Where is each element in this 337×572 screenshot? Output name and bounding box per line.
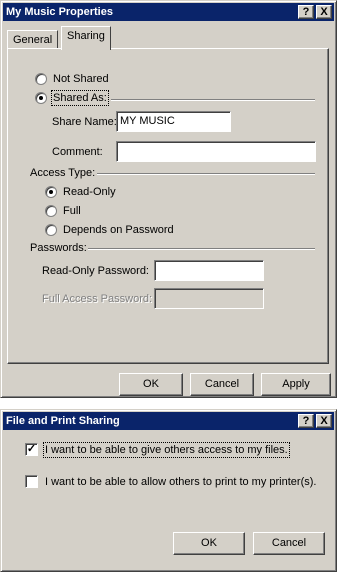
depends-on-password-label[interactable]: Depends on Password — [63, 224, 174, 236]
full-label[interactable]: Full — [63, 205, 81, 217]
file-print-sharing-titlebar[interactable]: File and Print Sharing ? X — [3, 412, 334, 430]
share-name-label: Share Name: — [52, 116, 117, 128]
file-print-sharing-dialog: File and Print Sharing ? X ✓ I want to b… — [0, 409, 337, 572]
access-type-separator — [97, 173, 315, 175]
file-print-sharing-title: File and Print Sharing — [6, 415, 120, 427]
comment-field[interactable] — [116, 141, 316, 162]
read-only-password-label: Read-Only Password: — [42, 265, 149, 277]
share-files-label[interactable]: I want to be able to give others access … — [43, 442, 290, 458]
checkmark-icon: ✓ — [26, 443, 37, 455]
share-printer-label[interactable]: I want to be able to allow others to pri… — [45, 476, 316, 488]
shared-as-separator — [111, 99, 315, 101]
share-files-checkbox[interactable]: ✓ — [25, 443, 38, 456]
close-button[interactable]: X — [316, 414, 332, 428]
tab-general[interactable]: General — [7, 30, 59, 48]
tab-sharing[interactable]: Sharing — [61, 26, 111, 50]
share-name-field[interactable]: MY MUSIC — [116, 111, 231, 132]
sharing-panel: Not Shared Shared As: Share Name: MY MUS… — [7, 48, 329, 364]
full-radio[interactable] — [45, 205, 57, 217]
share-printer-checkbox[interactable] — [25, 475, 38, 488]
read-only-label[interactable]: Read-Only — [63, 186, 116, 198]
not-shared-label[interactable]: Not Shared — [53, 73, 109, 85]
shared-as-label[interactable]: Shared As: — [51, 90, 109, 106]
apply-button[interactable]: Apply — [261, 373, 331, 396]
access-type-label: Access Type: — [30, 167, 96, 179]
full-access-password-label: Full Access Password: — [42, 293, 153, 305]
help-button[interactable]: ? — [298, 414, 314, 428]
properties-title: My Music Properties — [6, 6, 113, 18]
read-only-password-field[interactable] — [154, 260, 264, 281]
read-only-radio[interactable] — [45, 186, 57, 198]
cancel-button[interactable]: Cancel — [253, 532, 325, 555]
cancel-button[interactable]: Cancel — [190, 373, 254, 396]
shared-as-radio[interactable] — [35, 92, 47, 104]
passwords-label: Passwords: — [30, 242, 87, 254]
properties-titlebar[interactable]: My Music Properties ? X — [3, 3, 334, 21]
help-button[interactable]: ? — [298, 5, 314, 19]
not-shared-radio[interactable] — [35, 73, 47, 85]
ok-button[interactable]: OK — [119, 373, 183, 396]
ok-button[interactable]: OK — [173, 532, 245, 555]
comment-label: Comment: — [52, 146, 103, 158]
passwords-separator — [88, 248, 315, 250]
close-button[interactable]: X — [316, 5, 332, 19]
properties-dialog: My Music Properties ? X General Sharing … — [0, 0, 337, 398]
full-access-password-field — [154, 288, 264, 309]
depends-on-password-radio[interactable] — [45, 224, 57, 236]
